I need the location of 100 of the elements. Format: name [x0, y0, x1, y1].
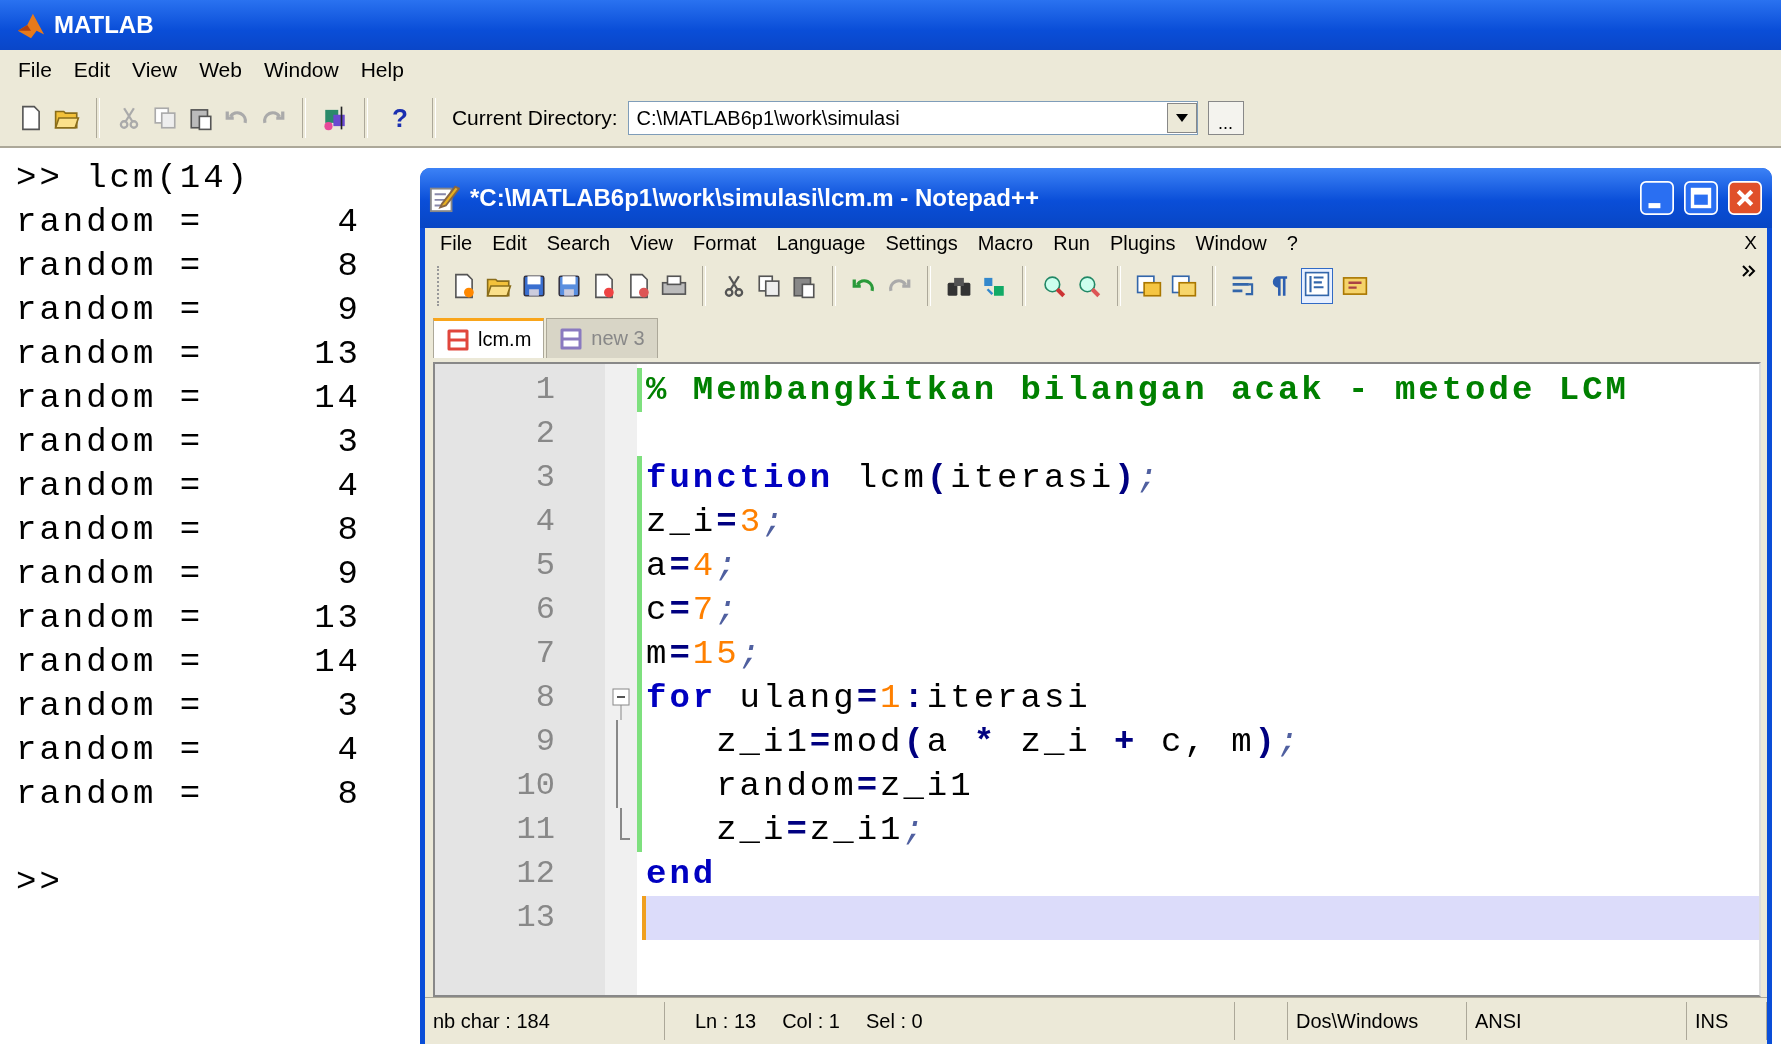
window-title: *C:\MATLAB6p1\work\simulasi\lcm.m - Notepad++	[470, 184, 1040, 212]
console-output-label: random =	[16, 510, 205, 551]
maximize-button[interactable]	[1684, 181, 1718, 215]
indent-guide-icon[interactable]	[1304, 271, 1330, 297]
console-output-value: 4	[336, 466, 361, 507]
menu-item[interactable]: Settings	[876, 230, 967, 256]
menu-item[interactable]: File	[431, 230, 482, 256]
code-line: c=7;	[645, 590, 741, 631]
line-number: 2	[534, 414, 556, 454]
code-line: z_i=3;	[645, 502, 788, 543]
code-line: % Membangkitkan bilangan acak - metode LCM	[645, 370, 1630, 411]
line-number: 13	[515, 898, 556, 938]
line-number: 6	[534, 590, 556, 630]
console-output-label: random =	[16, 730, 205, 771]
window-title: MATLAB	[54, 11, 154, 39]
menu-item[interactable]: Window	[1186, 230, 1276, 256]
zoom-out-icon[interactable]	[1076, 273, 1102, 299]
status-text: Dos\Windows	[1296, 1009, 1419, 1033]
menu-item[interactable]: Edit	[483, 230, 536, 256]
code-line: for ulang=1:iterasi	[645, 678, 1092, 719]
console-output-value: 8	[336, 246, 361, 287]
menu-item[interactable]: Run	[1044, 230, 1099, 256]
save-icon[interactable]	[521, 273, 547, 299]
status-text: nb char : 184	[433, 1009, 550, 1033]
close-button[interactable]	[1728, 181, 1762, 215]
console-output-label: random =	[16, 422, 205, 463]
console-command: >> lcm(14)	[16, 158, 251, 199]
file-tab[interactable]: lcm.m	[433, 318, 545, 358]
console-output-label: random =	[16, 246, 205, 287]
console-output-value: 14	[313, 642, 361, 683]
line-number: 5	[534, 546, 556, 586]
line-number: 1	[534, 370, 556, 410]
menu-item[interactable]: Search	[537, 230, 620, 256]
console-output-label: random =	[16, 378, 205, 419]
code-editor[interactable]: 1 % Membangkitkan bilangan acak - metode LCM 2 3 function lcm(iterasi); 4 z_i=3; 5 a=4; 6 c=7; 7 m=15; 8 for ulang=1:iterasi 9 z_i1=mod(a * z_i + c, m); 10 random=z_i1 11 z_i=z_i1; 12 end 13	[433, 362, 1761, 997]
code-line: a=4;	[645, 546, 741, 587]
code-line: z_i=z_i1;	[715, 810, 928, 851]
console-output-label: random =	[16, 202, 205, 243]
current-directory-label: Current Directory:	[451, 106, 618, 130]
menu-item[interactable]: View	[124, 56, 186, 84]
line-number: 9	[534, 722, 556, 762]
line-number: 11	[515, 810, 556, 850]
menu-item[interactable]: Plugins	[1100, 230, 1185, 256]
menu-item[interactable]: ?	[1277, 230, 1307, 256]
current-directory-field[interactable]: C:\MATLAB6p1\work\simulasi	[627, 101, 1198, 135]
console-output-value: 4	[336, 202, 361, 243]
status-text: Col : 1	[782, 1009, 840, 1033]
status-text: Ln : 13	[695, 1009, 757, 1033]
console-output-label: random =	[16, 466, 205, 507]
console-prompt: >>	[16, 862, 63, 903]
line-number: 8	[534, 678, 556, 718]
code-line: function lcm(iterasi);	[645, 458, 1162, 499]
line-number: 3	[534, 458, 556, 498]
console-output-value: 14	[313, 378, 361, 419]
console-output-label: random =	[16, 290, 205, 331]
console-output-label: random =	[16, 686, 205, 727]
copy-icon[interactable]	[756, 273, 782, 299]
console-output-value: 8	[336, 510, 361, 551]
window-sync-icon[interactable]	[1171, 273, 1197, 299]
line-number: 12	[515, 854, 556, 894]
menu-item[interactable]: Web	[191, 56, 250, 84]
window-sync-icon[interactable]	[1136, 273, 1162, 299]
console-output-label: random =	[16, 554, 205, 595]
console-output-value: 3	[336, 422, 361, 463]
dropdown-arrow-icon[interactable]	[1174, 113, 1189, 123]
status-text: ANSI	[1475, 1009, 1522, 1033]
menu-item[interactable]: Format	[684, 230, 766, 256]
menu-item[interactable]: File	[10, 56, 60, 84]
code-line: m=15;	[645, 634, 765, 675]
line-number: 10	[515, 766, 556, 806]
status-text: INS	[1695, 1009, 1729, 1033]
help-button[interactable]: ?	[384, 102, 416, 134]
console-output-value: 13	[313, 598, 361, 639]
console-output-value: 3	[336, 686, 361, 727]
browse-button[interactable]: ...	[1207, 101, 1244, 135]
fold-end-line	[620, 808, 630, 840]
console-output-label: random =	[16, 598, 205, 639]
minimize-button[interactable]	[1640, 181, 1674, 215]
menu-item[interactable]: Macro	[968, 230, 1043, 256]
menu-item[interactable]: Language	[767, 230, 875, 256]
save-all-icon[interactable]	[556, 273, 582, 299]
console-output-label: random =	[16, 334, 205, 375]
zoom-in-icon[interactable]	[1041, 273, 1067, 299]
console-output-value: 4	[336, 730, 361, 771]
code-line: end	[645, 854, 718, 895]
menu-item[interactable]: Window	[256, 56, 347, 84]
line-number: 4	[534, 502, 556, 542]
menu-item[interactable]: View	[621, 230, 683, 256]
close-document-button[interactable]: X	[1734, 232, 1767, 254]
code-line: random=z_i1	[715, 766, 975, 807]
console-output-value: 9	[336, 290, 361, 331]
console-output-value: 13	[313, 334, 361, 375]
menu-item[interactable]: Edit	[65, 56, 119, 84]
menu-item[interactable]: Help	[352, 56, 412, 84]
console-output-label: random =	[16, 774, 205, 815]
blocks-icon[interactable]	[322, 105, 348, 131]
console-output-value: 9	[336, 554, 361, 595]
line-number: 7	[534, 634, 556, 674]
status-text: Sel : 0	[866, 1009, 923, 1033]
chevron-icon[interactable]	[1741, 264, 1757, 278]
